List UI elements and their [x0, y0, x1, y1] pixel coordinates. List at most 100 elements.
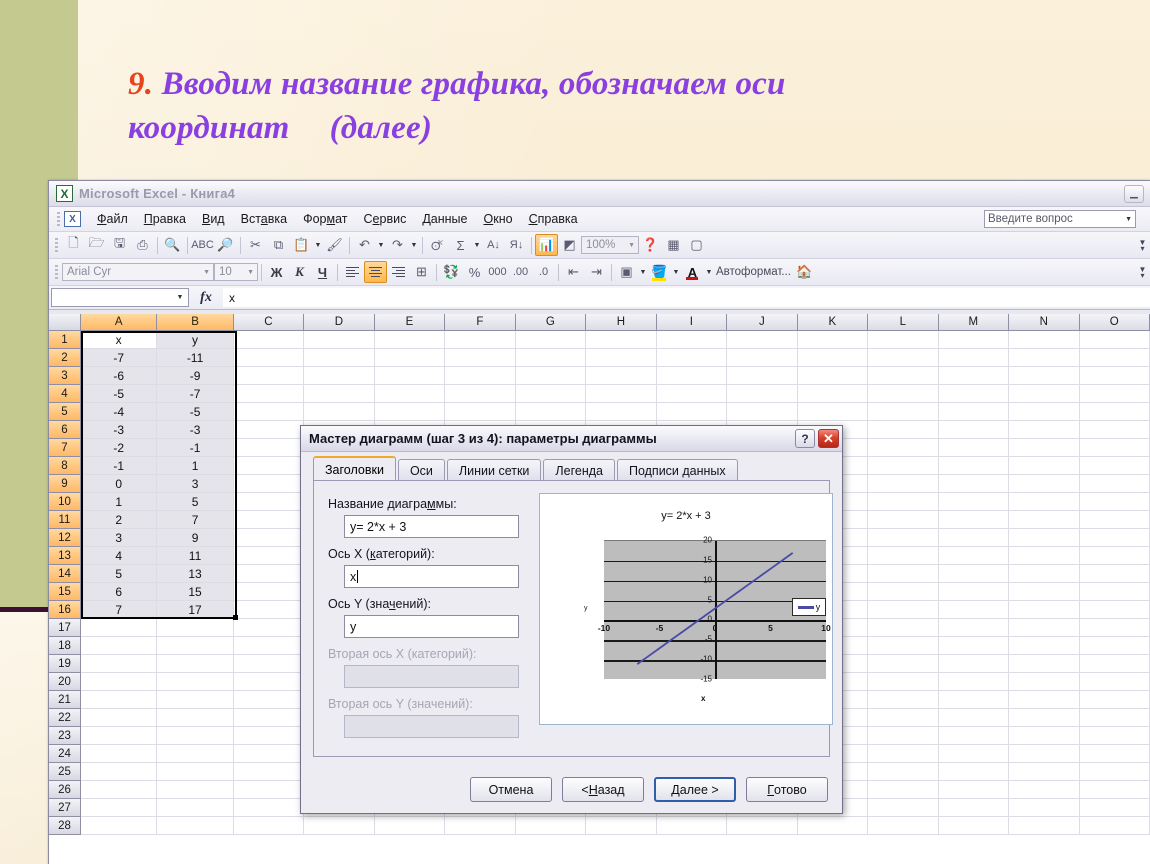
cell-B8[interactable]: 1 — [157, 457, 234, 475]
copy-icon[interactable]: ⧉ — [267, 234, 290, 256]
x-axis-title-input[interactable]: x — [344, 565, 519, 588]
column-header-G[interactable]: G — [515, 314, 587, 331]
cell-A5[interactable]: -4 — [81, 403, 158, 421]
cell-O19[interactable] — [1079, 655, 1150, 673]
cell-N23[interactable] — [1009, 727, 1080, 745]
cell-L14[interactable] — [868, 565, 939, 583]
cell-I1[interactable] — [656, 331, 728, 349]
undo-icon[interactable]: ↶ — [353, 234, 376, 256]
percent-style-icon[interactable]: % — [463, 261, 486, 283]
column-header-K[interactable]: K — [797, 314, 869, 331]
cell-M28[interactable] — [938, 817, 1010, 835]
menu-item-insert[interactable]: Вставка — [233, 210, 295, 228]
cell-C5[interactable] — [233, 403, 305, 421]
cell-L3[interactable] — [868, 367, 939, 385]
cell-N14[interactable] — [1009, 565, 1080, 583]
column-header-C[interactable]: C — [233, 314, 305, 331]
cell-C11[interactable] — [233, 511, 305, 529]
cell-J1[interactable] — [727, 331, 798, 349]
cell-L20[interactable] — [868, 673, 939, 691]
cell-N7[interactable] — [1009, 439, 1080, 457]
cell-B12[interactable]: 9 — [157, 529, 234, 547]
select-all-corner[interactable] — [49, 314, 81, 331]
row-header-26[interactable]: 26 — [49, 781, 81, 799]
cell-M15[interactable] — [938, 583, 1010, 601]
column-header-N[interactable]: N — [1009, 314, 1080, 331]
formatting-toolbar-options-icon[interactable]: ▼ ▾ — [1137, 263, 1148, 282]
cell-B16[interactable]: 17 — [157, 601, 234, 619]
cell-B13[interactable]: 11 — [157, 547, 234, 565]
cell-N10[interactable] — [1009, 493, 1080, 511]
cell-L8[interactable] — [868, 457, 939, 475]
cell-C25[interactable] — [233, 763, 305, 781]
cell-L13[interactable] — [868, 547, 939, 565]
cell-B25[interactable] — [157, 763, 234, 781]
cell-L27[interactable] — [868, 799, 939, 817]
column-header-B[interactable]: B — [157, 314, 234, 331]
cell-O18[interactable] — [1079, 637, 1150, 655]
decrease-decimal-icon[interactable]: .0 — [532, 261, 555, 283]
cell-A16[interactable]: 7 — [81, 601, 158, 619]
fill-color-icon[interactable]: 🪣 — [648, 261, 671, 283]
cell-O8[interactable] — [1079, 457, 1150, 475]
cell-O22[interactable] — [1079, 709, 1150, 727]
hyperlink-icon[interactable]: 🜚 — [426, 234, 449, 256]
cell-L1[interactable] — [868, 331, 939, 349]
cell-A18[interactable] — [81, 637, 158, 655]
cell-L7[interactable] — [868, 439, 939, 457]
cell-N26[interactable] — [1009, 781, 1080, 799]
cell-L21[interactable] — [868, 691, 939, 709]
cell-N6[interactable] — [1009, 421, 1080, 439]
cell-N11[interactable] — [1009, 511, 1080, 529]
cell-C28[interactable] — [233, 817, 305, 835]
column-header-O[interactable]: O — [1079, 314, 1150, 331]
cell-E5[interactable] — [374, 403, 446, 421]
italic-button[interactable]: К — [288, 261, 311, 283]
cell-M8[interactable] — [938, 457, 1010, 475]
cell-M19[interactable] — [938, 655, 1010, 673]
undo-dropdown-icon[interactable]: ▼ — [376, 242, 386, 249]
cell-A15[interactable]: 6 — [81, 583, 158, 601]
research-icon[interactable]: 🔎 — [214, 234, 237, 256]
cell-B17[interactable] — [157, 619, 234, 637]
cell-N21[interactable] — [1009, 691, 1080, 709]
menu-item-format[interactable]: Формат — [295, 210, 355, 228]
cell-D1[interactable] — [304, 331, 375, 349]
autosum-dropdown-icon[interactable]: ▼ — [472, 242, 482, 249]
cell-E28[interactable] — [374, 817, 446, 835]
underline-button[interactable]: Ч — [311, 261, 334, 283]
cell-A20[interactable] — [81, 673, 158, 691]
bold-button[interactable]: Ж — [265, 261, 288, 283]
fill-color-dropdown-icon[interactable]: ▼ — [671, 269, 681, 276]
column-header-E[interactable]: E — [374, 314, 446, 331]
cell-M27[interactable] — [938, 799, 1010, 817]
cell-D4[interactable] — [304, 385, 375, 403]
cell-A10[interactable]: 1 — [81, 493, 158, 511]
cell-O21[interactable] — [1079, 691, 1150, 709]
cell-M18[interactable] — [938, 637, 1010, 655]
cell-E4[interactable] — [374, 385, 446, 403]
cell-B24[interactable] — [157, 745, 234, 763]
cell-N22[interactable] — [1009, 709, 1080, 727]
tab-legend[interactable]: Легенда — [543, 459, 615, 482]
cell-A1[interactable]: x — [81, 331, 158, 349]
redo-icon[interactable]: ↷ — [386, 234, 409, 256]
cell-K5[interactable] — [797, 403, 869, 421]
cell-L24[interactable] — [868, 745, 939, 763]
column-header-L[interactable]: L — [868, 314, 939, 331]
cell-B3[interactable]: -9 — [157, 367, 234, 385]
column-header-J[interactable]: J — [727, 314, 798, 331]
cell-F1[interactable] — [445, 331, 516, 349]
row-header-1[interactable]: 1 — [49, 331, 81, 349]
row-header-3[interactable]: 3 — [49, 367, 81, 385]
cell-D3[interactable] — [304, 367, 375, 385]
cell-M17[interactable] — [938, 619, 1010, 637]
next-button[interactable]: Далее > — [654, 777, 736, 802]
cell-B4[interactable]: -7 — [157, 385, 234, 403]
paste-dropdown-icon[interactable]: ▼ — [313, 242, 323, 249]
cell-K2[interactable] — [797, 349, 869, 367]
row-header-19[interactable]: 19 — [49, 655, 81, 673]
cell-M22[interactable] — [938, 709, 1010, 727]
row-header-21[interactable]: 21 — [49, 691, 81, 709]
cell-O2[interactable] — [1079, 349, 1150, 367]
